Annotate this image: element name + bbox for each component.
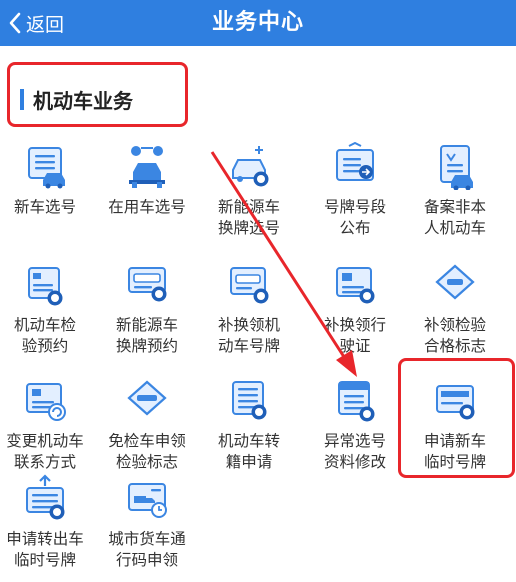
change-contact-icon (21, 376, 69, 424)
service-item-label: 号牌号段 公布 (305, 197, 405, 239)
service-item-label-line1: 申请转出车 (6, 530, 84, 548)
service-item-label-line1: 异常选号 (323, 432, 386, 450)
service-item-label-line1: 补领检验 (423, 316, 486, 334)
license-replace-icon (331, 260, 379, 308)
service-item[interactable]: 机动车检 验预约 (0, 260, 95, 376)
service-item[interactable]: 新车选号 (0, 142, 95, 258)
page-title: 业务中心 (211, 10, 304, 35)
service-item-label: 新能源车 换牌选号 (199, 197, 299, 239)
service-item-label-line1: 号牌号段 (323, 198, 386, 216)
ev-car-exchange-icon (225, 142, 273, 190)
service-item-label-line1: 变更机动车 (6, 432, 84, 450)
service-item[interactable]: 补换领机 动车号牌 (199, 260, 299, 376)
service-item-label-line2: 籍申请 (225, 453, 273, 471)
service-item[interactable]: 城市货车通 行码申领 (97, 474, 197, 582)
service-item-label-line2: 行码申领 (115, 551, 178, 569)
service-item-label-line1: 备案非本 (423, 198, 486, 216)
service-item-label-line2: 驶证 (339, 337, 371, 355)
service-item-label-line1: 新能源车 (115, 316, 178, 334)
service-item-label-line2: 换牌预约 (115, 337, 178, 355)
service-item-label-line2: 检验标志 (115, 453, 178, 471)
ev-plate-booking-icon (123, 260, 171, 308)
service-item-label-line2: 公布 (339, 219, 371, 237)
service-item-label: 异常选号 资料修改 (305, 431, 405, 473)
service-item[interactable]: 号牌号段 公布 (305, 141, 405, 258)
service-item-label-line1: 机动车转 (217, 432, 280, 450)
service-item-label-line1: 城市货车通 (108, 530, 186, 548)
filing-document-icon (431, 142, 479, 191)
transfer-icon (225, 376, 273, 424)
service-item-label-line1: 免检车申领 (108, 432, 186, 450)
new-car-plate-icon (21, 142, 69, 190)
section-highlight-box (7, 62, 188, 127)
service-item-label-line1: 新车选号 (13, 198, 76, 216)
exempt-mark-icon (123, 376, 171, 424)
service-item-label-line2: 临时号牌 (13, 551, 76, 569)
top-bar: 返回 业务中心 (0, 0, 516, 46)
used-car-icon (123, 142, 171, 190)
service-item-label-line2: 人机动车 (423, 219, 486, 237)
service-item-label-line1: 补换领机 (217, 316, 280, 334)
service-item-label-line1: 在用车选号 (108, 198, 186, 216)
service-item-label: 备案非本 人机动车 (405, 197, 505, 239)
service-item[interactable]: 补换领行 驶证 (305, 260, 405, 376)
service-item-label-line2: 合格标志 (423, 337, 486, 355)
service-item-label-line2: 验预约 (21, 337, 69, 355)
service-item-label: 机动车检 验预约 (0, 315, 95, 357)
truck-pass-icon (123, 474, 171, 522)
inspection-booking-icon (21, 260, 69, 308)
service-item-label: 免检车申领 检验标志 (97, 431, 197, 473)
service-item-label-line2: 联系方式 (13, 453, 76, 471)
service-item-label: 在用车选号 (97, 197, 197, 218)
service-item-label: 新车选号 (0, 197, 95, 218)
inspection-mark-icon (431, 260, 479, 308)
service-item[interactable]: 异常选号 资料修改 (305, 376, 405, 492)
plate-replace-icon (225, 260, 273, 308)
service-item-label: 新能源车 换牌预约 (97, 315, 197, 357)
service-item-label: 城市货车通 行码申领 (97, 529, 197, 571)
service-item-label: 补换领机 动车号牌 (199, 315, 299, 357)
service-item-label: 变更机动车 联系方式 (0, 431, 95, 473)
plate-segment-board-icon (331, 141, 379, 190)
item-highlight-box (398, 358, 515, 478)
service-item[interactable]: 备案非本 人机动车 (405, 142, 505, 258)
service-item-label-line2: 资料修改 (323, 453, 386, 471)
service-item-label-line1: 新能源车 (217, 198, 280, 216)
service-item[interactable]: 新能源车 换牌选号 (199, 142, 299, 258)
service-item-label-line1: 补换领行 (323, 316, 386, 334)
service-item[interactable]: 在用车选号 (97, 142, 197, 258)
temp-plate-transfer-icon (21, 474, 69, 522)
service-item-label: 补换领行 驶证 (305, 315, 405, 357)
service-item[interactable]: 新能源车 换牌预约 (97, 260, 197, 376)
service-item[interactable]: 申请转出车 临时号牌 (0, 474, 95, 582)
service-item-label-line2: 换牌选号 (217, 219, 280, 237)
edit-info-icon (331, 376, 379, 424)
service-item-label: 机动车转 籍申请 (199, 431, 299, 473)
service-item-label: 补领检验 合格标志 (405, 315, 505, 357)
service-item-label: 申请转出车 临时号牌 (0, 529, 95, 571)
service-item-label-line2: 动车号牌 (217, 337, 280, 355)
service-item[interactable]: 机动车转 籍申请 (199, 376, 299, 492)
service-item-label-line1: 机动车检 (13, 316, 76, 334)
